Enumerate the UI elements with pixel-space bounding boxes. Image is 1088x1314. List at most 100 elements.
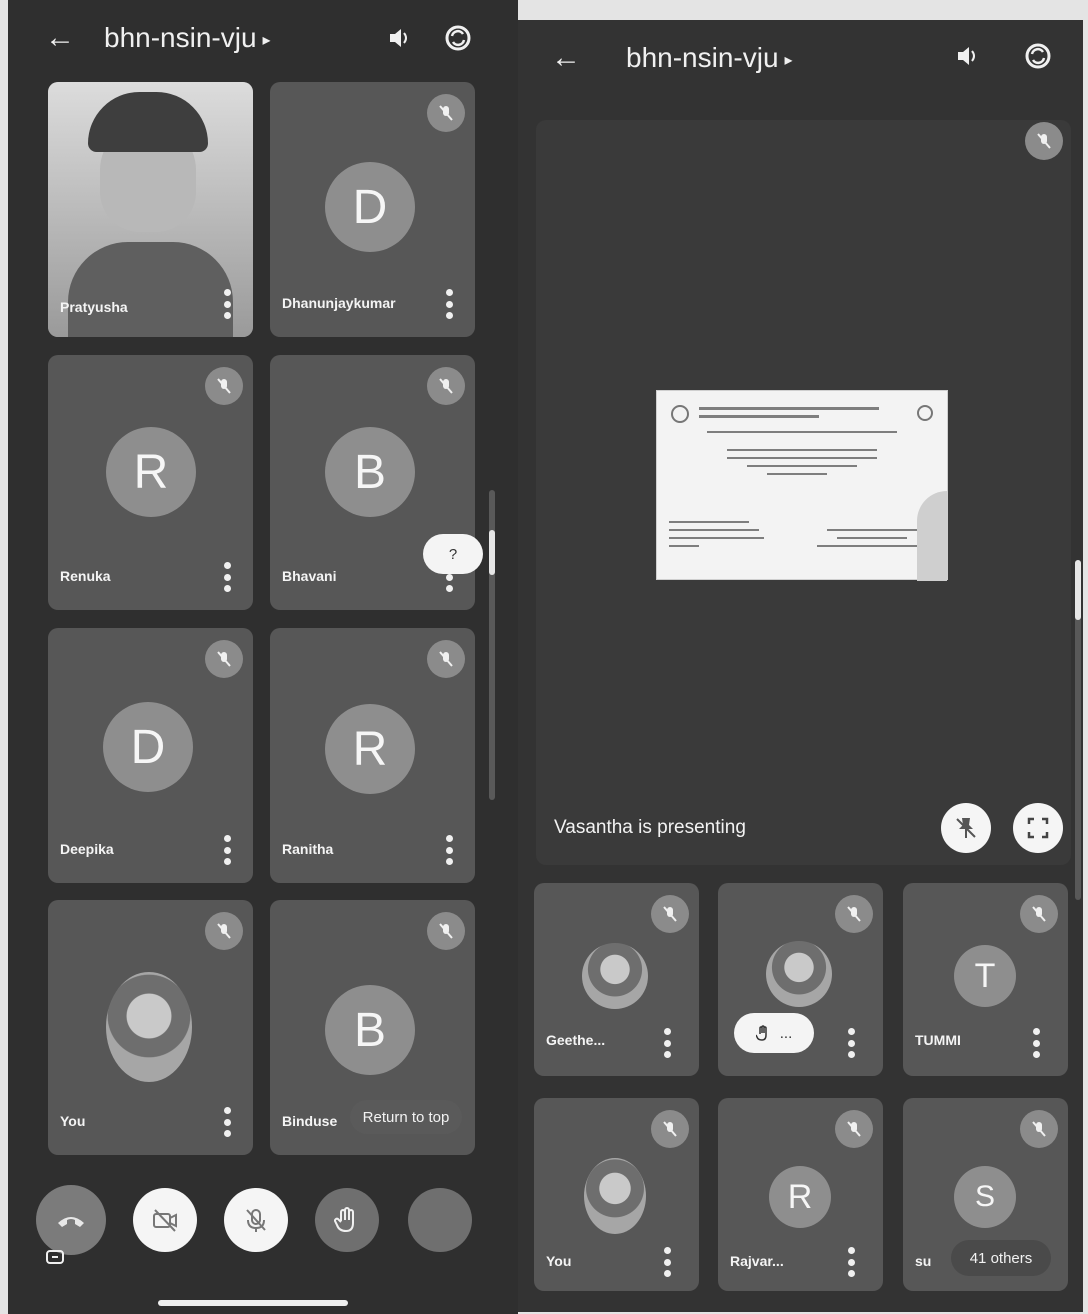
participant-name: Rajvar... <box>730 1253 784 1269</box>
more-vert-icon[interactable] <box>661 1247 673 1277</box>
more-options-button[interactable] <box>408 1188 472 1252</box>
mic-off-icon <box>1025 122 1063 160</box>
raised-hand-text: ... <box>779 1024 793 1042</box>
caret-right-icon: ▸ <box>262 31 271 49</box>
speaker-icon[interactable] <box>948 36 988 76</box>
back-arrow-icon[interactable]: ← <box>546 38 586 78</box>
left-meeting-code: bhn-nsin-vju <box>104 22 257 53</box>
mic-off-icon <box>1020 895 1058 933</box>
right-phone-screen: ← bhn-nsin-vju ▸ Vasantha is presenting … <box>518 20 1083 1312</box>
profile-photo <box>582 943 648 1009</box>
mic-off-icon <box>651 1110 689 1148</box>
mic-toggle-button[interactable] <box>224 1188 288 1252</box>
home-indicator[interactable] <box>158 1300 348 1306</box>
profile-photo <box>106 972 192 1082</box>
raise-hand-icon <box>334 1207 354 1233</box>
mic-off-icon <box>835 1110 873 1148</box>
mic-off-icon <box>835 895 873 933</box>
more-vert-icon <box>435 1206 445 1234</box>
participant-tile-deepika[interactable]: D Deepika <box>48 628 253 883</box>
return-to-top-button[interactable]: Return to top <box>350 1100 462 1134</box>
speaker-icon[interactable] <box>380 18 420 58</box>
more-vert-icon[interactable] <box>221 1107 233 1137</box>
participant-avatar: R <box>106 427 196 517</box>
scroll-position-tooltip: ? <box>423 534 483 574</box>
participant-tile-binduse[interactable]: B Binduse Return to top <box>270 900 475 1155</box>
more-vert-icon[interactable] <box>443 835 455 865</box>
participant-tile-ranitha[interactable]: R Ranitha <box>270 628 475 883</box>
unpin-icon <box>956 818 976 838</box>
participant-name: You <box>60 1113 86 1129</box>
mic-off-icon <box>427 367 465 405</box>
participant-name: Renuka <box>60 568 111 584</box>
participant-avatar: B <box>325 985 415 1075</box>
participant-name: Deepika <box>60 841 114 857</box>
participant-avatar: B <box>325 427 415 517</box>
more-vert-icon[interactable] <box>845 1028 857 1058</box>
right-scrollbar-thumb[interactable] <box>1075 560 1081 620</box>
shared-slide <box>656 390 948 581</box>
left-phone-screen: ← bhn-nsin-vju ▸ Pratyusha D Dhanunjaykum… <box>8 0 518 1314</box>
fullscreen-button[interactable] <box>1013 803 1063 853</box>
unpin-button[interactable] <box>941 803 991 853</box>
right-meeting-title[interactable]: bhn-nsin-vju ▸ <box>626 42 793 74</box>
participant-tile-pratyusha[interactable]: Pratyusha <box>48 82 253 337</box>
mic-off-icon <box>1020 1110 1058 1148</box>
profile-photo <box>584 1158 646 1234</box>
hang-up-icon <box>58 1217 84 1227</box>
mic-off-icon <box>427 640 465 678</box>
college-logo <box>671 405 689 423</box>
more-vert-icon[interactable] <box>845 1247 857 1277</box>
switch-camera-small-icon[interactable] <box>42 1244 68 1270</box>
participant-name: Binduse <box>282 1113 338 1129</box>
participant-tile-dhanunjaykumar[interactable]: D Dhanunjaykumar <box>270 82 475 337</box>
participant-avatar: D <box>103 702 193 792</box>
raise-hand-icon <box>755 1025 767 1041</box>
participant-name: Bhavani <box>282 568 337 584</box>
participant-name: Ranitha <box>282 841 334 857</box>
participant-tile-geethe[interactable]: Geethe... <box>534 883 699 1076</box>
more-vert-icon[interactable] <box>661 1028 673 1058</box>
slide-decoration <box>917 491 947 581</box>
more-vert-icon[interactable] <box>1030 1028 1042 1058</box>
more-vert-icon[interactable] <box>221 835 233 865</box>
camera-off-icon <box>153 1209 177 1232</box>
participant-tile-rajvar[interactable]: R Rajvar... <box>718 1098 883 1291</box>
participant-name: You <box>546 1253 572 1269</box>
switch-camera-icon[interactable] <box>1018 36 1058 76</box>
participant-tile-raised-hand[interactable]: ... <box>718 883 883 1076</box>
back-arrow-icon[interactable]: ← <box>40 18 80 58</box>
participant-tile-you[interactable]: You <box>48 900 253 1155</box>
mic-off-icon <box>427 94 465 132</box>
presentation-stage[interactable]: Vasantha is presenting <box>536 120 1071 865</box>
caret-right-icon: ▸ <box>784 51 793 69</box>
switch-camera-icon[interactable] <box>438 18 478 58</box>
university-logo <box>917 405 933 421</box>
presenting-label: Vasantha is presenting <box>554 817 746 838</box>
person-shoulders <box>68 242 233 337</box>
mic-off-icon <box>205 367 243 405</box>
participant-name: Geethe... <box>546 1032 606 1048</box>
participant-tile-you-right[interactable]: You <box>534 1098 699 1291</box>
camera-toggle-button[interactable] <box>133 1188 197 1252</box>
participant-name: su <box>915 1253 932 1269</box>
more-vert-icon[interactable] <box>443 289 455 319</box>
left-meeting-title[interactable]: bhn-nsin-vju ▸ <box>104 22 271 54</box>
left-scrollbar-thumb[interactable] <box>489 530 495 575</box>
raise-hand-button[interactable] <box>315 1188 379 1252</box>
more-vert-icon[interactable] <box>221 289 233 319</box>
participant-avatar: R <box>769 1166 831 1228</box>
participant-tile-renuka[interactable]: R Renuka <box>48 355 253 610</box>
more-vert-icon[interactable] <box>221 562 233 592</box>
right-top-bar: ← bhn-nsin-vju ▸ <box>518 20 1083 96</box>
mic-off-icon <box>205 640 243 678</box>
participant-name: TUMMI <box>915 1032 961 1048</box>
participant-tile-tummi[interactable]: T TUMMI <box>903 883 1068 1076</box>
others-count-chip[interactable]: 41 others <box>951 1240 1051 1276</box>
participant-avatar: R <box>325 704 415 794</box>
participant-avatar: S <box>954 1166 1016 1228</box>
profile-photo <box>766 941 832 1007</box>
participant-tile-others[interactable]: S su 41 others <box>903 1098 1068 1291</box>
mic-off-icon <box>246 1209 266 1232</box>
raised-hand-badge: ... <box>734 1013 814 1053</box>
